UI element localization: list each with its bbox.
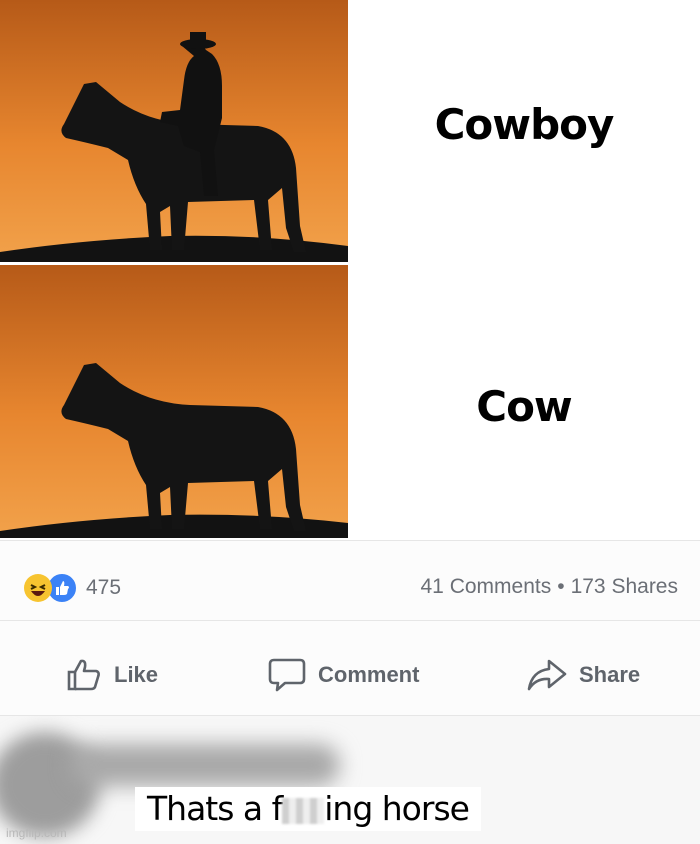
divider bbox=[0, 620, 700, 621]
shares-count-link[interactable]: 173 Shares bbox=[571, 575, 678, 598]
reactions-summary[interactable]: 475 bbox=[24, 572, 121, 604]
imgflip-watermark: imgflip.com bbox=[6, 826, 67, 840]
share-arrow-icon bbox=[527, 659, 567, 691]
cow-caption: Cow bbox=[476, 382, 572, 431]
blurred-username bbox=[70, 744, 340, 786]
censor-blur bbox=[282, 797, 325, 824]
comment-button[interactable]: Comment bbox=[268, 655, 419, 695]
comment-label: Comment bbox=[318, 662, 420, 687]
divider bbox=[0, 540, 700, 541]
cowboy-caption: Cowboy bbox=[434, 100, 615, 149]
haha-emoji-icon bbox=[24, 574, 52, 602]
horse-image bbox=[0, 265, 348, 538]
comment-bubble-icon bbox=[268, 658, 306, 692]
comment-text: Thats a f ing horse bbox=[135, 787, 481, 831]
post-actions: Like Comment Share bbox=[0, 645, 700, 705]
cowboy-image bbox=[0, 0, 348, 262]
share-button[interactable]: Share bbox=[527, 655, 640, 695]
like-button[interactable]: Like bbox=[66, 655, 158, 695]
comments-count-link[interactable]: 41 Comments bbox=[421, 575, 552, 598]
share-label: Share bbox=[579, 662, 641, 687]
stats-separator: • bbox=[557, 575, 565, 598]
post-stats: 41 Comments • 173 Shares bbox=[421, 575, 679, 599]
comment-suffix: ing horse bbox=[324, 789, 470, 828]
reaction-count: 475 bbox=[86, 576, 122, 599]
comment-prefix: Thats a f bbox=[147, 789, 283, 828]
thumbs-up-icon bbox=[67, 659, 100, 691]
like-label: Like bbox=[114, 662, 159, 687]
